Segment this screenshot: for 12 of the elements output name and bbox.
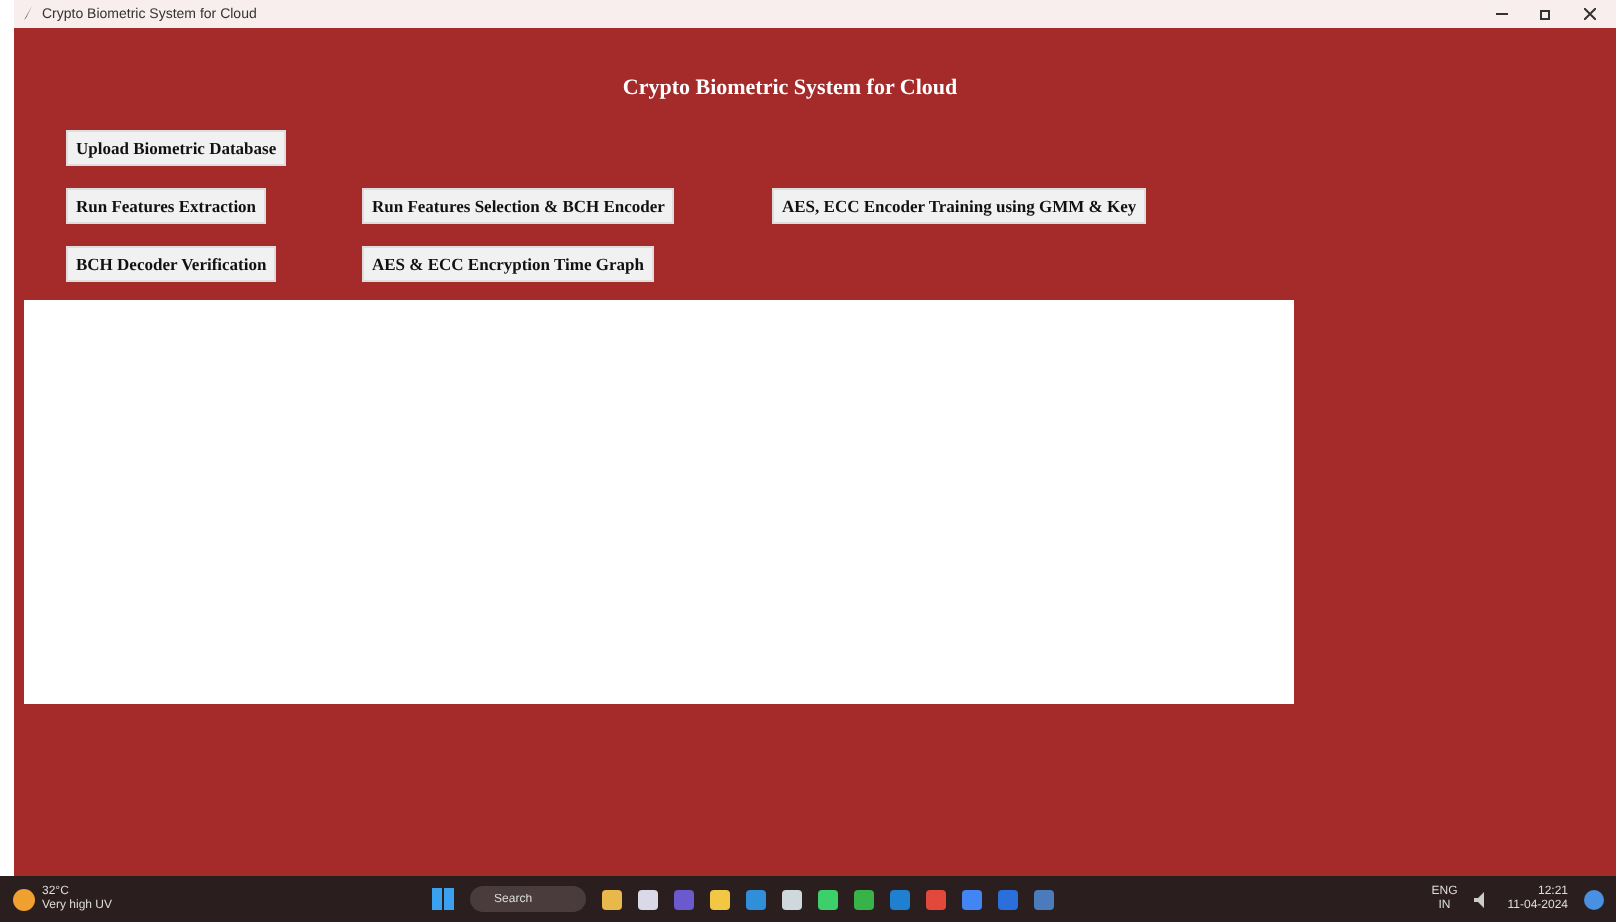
action-button[interactable]: AES, ECC Encoder Training using GMM & Key [772, 188, 1147, 224]
action-button[interactable]: AES & ECC Encryption Time Graph [362, 246, 654, 282]
action-button[interactable]: Run Features Extraction [66, 188, 267, 224]
restore-icon[interactable] [1540, 8, 1552, 20]
action-button[interactable]: Upload Biometric Database [66, 130, 287, 166]
weather-icon[interactable] [12, 887, 36, 911]
windows-start-icon[interactable] [432, 888, 455, 910]
action-button[interactable]: Run Features Selection & BCH Encoder [362, 188, 675, 224]
close-icon[interactable] [1584, 8, 1596, 20]
minimize-icon[interactable] [1496, 8, 1508, 20]
action-button[interactable]: BCH Decoder Verification [66, 246, 277, 282]
app-heading: Crypto Biometric System for Cloud [622, 76, 958, 100]
